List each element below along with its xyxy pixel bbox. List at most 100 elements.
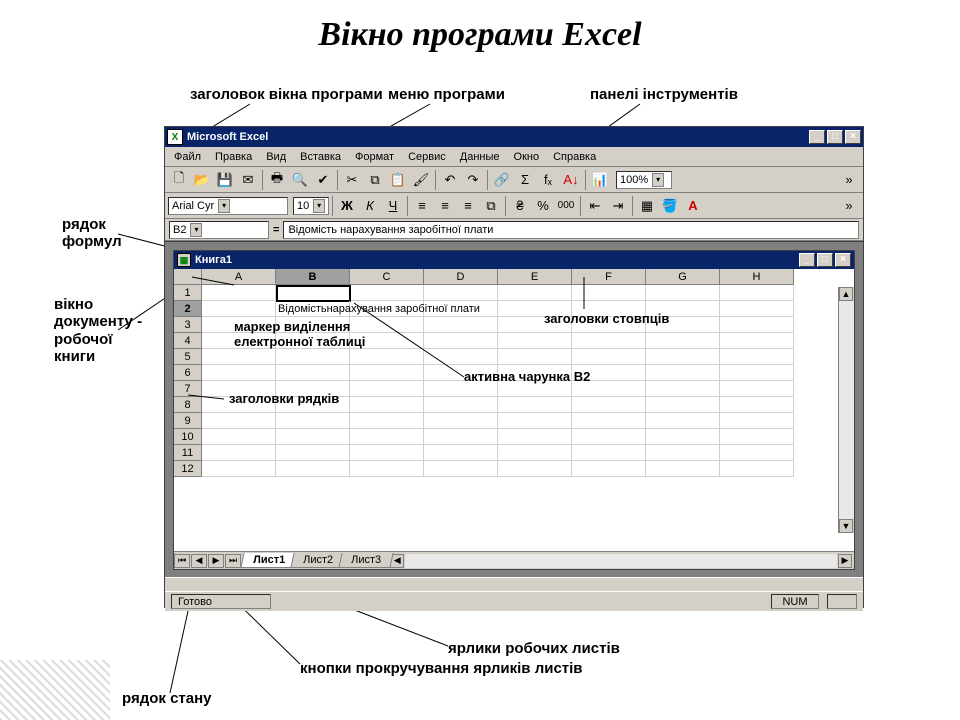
cell[interactable] xyxy=(276,461,350,477)
italic-icon[interactable]: К xyxy=(359,195,381,217)
underline-icon[interactable]: Ч xyxy=(382,195,404,217)
cell[interactable] xyxy=(720,317,794,333)
align-right-icon[interactable]: ≡ xyxy=(457,195,479,217)
cell[interactable] xyxy=(350,461,424,477)
cell[interactable] xyxy=(276,285,350,301)
cell[interactable] xyxy=(424,349,498,365)
row-header[interactable]: 11 xyxy=(174,445,202,461)
cell[interactable] xyxy=(202,349,276,365)
cell[interactable] xyxy=(424,429,498,445)
menu-file[interactable]: Файл xyxy=(168,149,207,165)
column-header[interactable]: A xyxy=(202,269,276,285)
font-color-icon[interactable]: A xyxy=(682,195,704,217)
cell[interactable] xyxy=(424,333,498,349)
spellcheck-icon[interactable]: ✔ xyxy=(312,169,334,191)
fill-color-icon[interactable]: 🪣 xyxy=(659,195,681,217)
cell[interactable] xyxy=(424,285,498,301)
cell[interactable] xyxy=(498,285,572,301)
maximize-button[interactable]: □ xyxy=(827,130,843,144)
cell[interactable] xyxy=(646,445,720,461)
currency-icon[interactable]: ₴ xyxy=(509,195,531,217)
percent-icon[interactable]: % xyxy=(532,195,554,217)
sheet-tab-3[interactable]: Лист3 xyxy=(339,553,394,568)
tab-scroll-prev-icon[interactable]: ◀ xyxy=(191,554,207,568)
row-header[interactable]: 12 xyxy=(174,461,202,477)
cut-icon[interactable]: ✂ xyxy=(341,169,363,191)
cell[interactable] xyxy=(350,285,424,301)
cell[interactable] xyxy=(498,429,572,445)
cell[interactable] xyxy=(720,445,794,461)
save-icon[interactable]: 💾 xyxy=(214,169,236,191)
cell[interactable] xyxy=(720,397,794,413)
cell[interactable] xyxy=(276,365,350,381)
comma-style-icon[interactable]: 000 xyxy=(555,195,577,217)
cell[interactable] xyxy=(350,349,424,365)
cell[interactable] xyxy=(572,429,646,445)
row-header[interactable]: 5 xyxy=(174,349,202,365)
cell[interactable] xyxy=(424,317,498,333)
cell[interactable] xyxy=(498,333,572,349)
cell[interactable] xyxy=(424,461,498,477)
menu-view[interactable]: Вид xyxy=(260,149,292,165)
cell[interactable] xyxy=(498,413,572,429)
toolbar-overflow-icon-2[interactable]: » xyxy=(838,195,860,217)
print-icon[interactable]: 🖶 xyxy=(266,169,288,191)
cell[interactable] xyxy=(572,445,646,461)
cell[interactable] xyxy=(350,429,424,445)
column-header[interactable]: H xyxy=(720,269,794,285)
row-header[interactable]: 2 xyxy=(174,301,202,317)
tab-scroll-next-icon[interactable]: ▶ xyxy=(208,554,224,568)
cell[interactable] xyxy=(498,445,572,461)
new-icon[interactable]: 🗋 xyxy=(168,169,190,191)
cell[interactable] xyxy=(720,301,794,317)
cell[interactable] xyxy=(720,461,794,477)
select-all-corner[interactable] xyxy=(174,269,202,285)
cell[interactable] xyxy=(350,397,424,413)
cell[interactable] xyxy=(498,349,572,365)
print-preview-icon[interactable]: 🔍 xyxy=(289,169,311,191)
cell[interactable] xyxy=(202,461,276,477)
tab-scroll-first-icon[interactable]: ⏮ xyxy=(174,554,190,568)
column-header[interactable]: B xyxy=(276,269,350,285)
cell[interactable] xyxy=(572,413,646,429)
cell[interactable] xyxy=(202,413,276,429)
cell[interactable] xyxy=(350,365,424,381)
mail-icon[interactable]: ✉ xyxy=(237,169,259,191)
cell[interactable] xyxy=(424,413,498,429)
vertical-scrollbar[interactable]: ▲ ▼ xyxy=(838,287,854,533)
cell[interactable] xyxy=(350,413,424,429)
column-header[interactable]: G xyxy=(646,269,720,285)
row-header[interactable]: 10 xyxy=(174,429,202,445)
name-box[interactable]: B2▾ xyxy=(169,221,269,239)
merge-center-icon[interactable]: ⧉ xyxy=(480,195,502,217)
cell[interactable] xyxy=(276,445,350,461)
scroll-down-icon[interactable]: ▼ xyxy=(839,519,853,533)
cell[interactable] xyxy=(202,301,276,317)
cell[interactable]: Відомість нарахування заробітної плати xyxy=(276,301,350,317)
cell[interactable] xyxy=(572,461,646,477)
font-name-combo[interactable]: Arial Cyr▾ xyxy=(168,197,288,215)
font-size-combo[interactable]: 10▾ xyxy=(293,197,329,215)
zoom-combo[interactable]: 100%▾ xyxy=(616,171,672,189)
redo-icon[interactable]: ↷ xyxy=(462,169,484,191)
cell[interactable] xyxy=(350,445,424,461)
cell[interactable] xyxy=(646,333,720,349)
minimize-button[interactable]: _ xyxy=(809,130,825,144)
row-header[interactable]: 4 xyxy=(174,333,202,349)
menu-edit[interactable]: Правка xyxy=(209,149,258,165)
close-button[interactable]: × xyxy=(845,130,861,144)
cell[interactable] xyxy=(646,461,720,477)
tab-scroll-last-icon[interactable]: ⏭ xyxy=(225,554,241,568)
column-header[interactable]: C xyxy=(350,269,424,285)
paste-icon[interactable]: 📋 xyxy=(387,169,409,191)
cell[interactable] xyxy=(720,333,794,349)
column-header[interactable]: E xyxy=(498,269,572,285)
cell[interactable] xyxy=(646,429,720,445)
cell[interactable] xyxy=(720,349,794,365)
decrease-indent-icon[interactable]: ⇤ xyxy=(584,195,606,217)
cell[interactable] xyxy=(202,445,276,461)
autosum-icon[interactable]: Σ xyxy=(514,169,536,191)
book-minimize-button[interactable]: _ xyxy=(799,253,815,267)
cell[interactable] xyxy=(276,413,350,429)
cell[interactable] xyxy=(498,461,572,477)
